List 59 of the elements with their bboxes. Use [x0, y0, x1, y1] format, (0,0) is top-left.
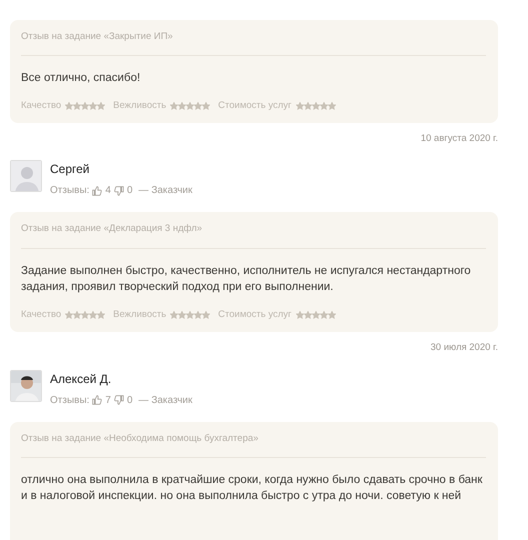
star-icon	[312, 102, 320, 110]
task-title: Отзыв на задание «Декларация 3 ндфл»	[21, 222, 486, 249]
likes-count: 7	[105, 394, 111, 408]
rating-label: Качество	[21, 98, 62, 113]
star-icon	[194, 102, 202, 110]
star-icon	[178, 311, 186, 320]
thumbs-up-icon	[91, 184, 104, 197]
review-text: Задание выполнен быстро, качественно, исполнитель не испугался нестандартного задания, проявил творческий подход при его выполнении.	[21, 264, 472, 296]
star-icon	[97, 311, 106, 320]
thumbs-down-icon	[112, 184, 125, 197]
author-name: Алексей Д.	[50, 370, 112, 388]
star-icon	[328, 311, 336, 320]
star-icon	[320, 102, 328, 110]
star-icon	[89, 102, 98, 110]
star-icon	[328, 102, 336, 110]
review-date: 30 июля 2020 г.	[430, 341, 498, 356]
review-text: отлично она выполнила в кратчайшие сроки, когда нужно было сдавать срочно в банк и в налоговой инспекции. но она выполнила быстро с утра до ночи. советую к ней	[21, 472, 484, 504]
star-icon	[202, 102, 210, 110]
star-icon	[65, 311, 74, 320]
star-icon	[97, 102, 106, 110]
star-icon	[320, 311, 328, 320]
author-role: — Заказчик	[138, 394, 192, 408]
dislikes-count: 0	[126, 394, 133, 408]
star-icon	[304, 311, 312, 320]
star-icon	[186, 102, 194, 110]
review-date: 10 августа 2020 г.	[420, 132, 498, 146]
reviews-label: Отзывы:	[50, 184, 90, 198]
star-icon	[296, 311, 304, 320]
star-icon	[194, 311, 202, 320]
star-icon	[178, 102, 186, 110]
thumbs-down-icon	[112, 394, 125, 406]
star-icon	[65, 102, 74, 110]
star-icon	[73, 102, 82, 110]
review-text: Все отлично, спасибо!	[21, 71, 142, 86]
star-icon	[202, 311, 210, 320]
task-title: Отзыв на задание «Закрытие ИП»	[21, 30, 486, 56]
author-role: — Заказчик	[138, 184, 192, 198]
star-icon	[186, 311, 194, 320]
star-icon	[304, 102, 312, 110]
task-title: Отзыв на задание «Необходима помощь бухгалтера»	[21, 432, 486, 458]
star-icon	[170, 311, 178, 320]
rating-label: Стоимость услуг	[218, 98, 292, 113]
rating-label: Стоимость услуг	[218, 308, 292, 322]
rating-label: Вежливость	[113, 98, 166, 113]
rating-label: Вежливость	[113, 308, 166, 322]
thumbs-up-icon	[91, 394, 104, 406]
rating-label: Качество	[21, 308, 62, 322]
star-icon	[89, 311, 98, 320]
dislikes-count: 0	[126, 184, 133, 198]
avatar-icon	[10, 160, 42, 192]
star-icon	[312, 311, 320, 320]
star-icon	[81, 102, 90, 110]
star-icon	[73, 311, 82, 320]
likes-count: 4	[105, 184, 111, 198]
star-icon	[170, 102, 178, 110]
star-icon	[296, 102, 304, 110]
author-name: Сергей	[50, 161, 91, 178]
star-icon	[81, 311, 90, 320]
reviews-label: Отзывы:	[50, 394, 90, 408]
